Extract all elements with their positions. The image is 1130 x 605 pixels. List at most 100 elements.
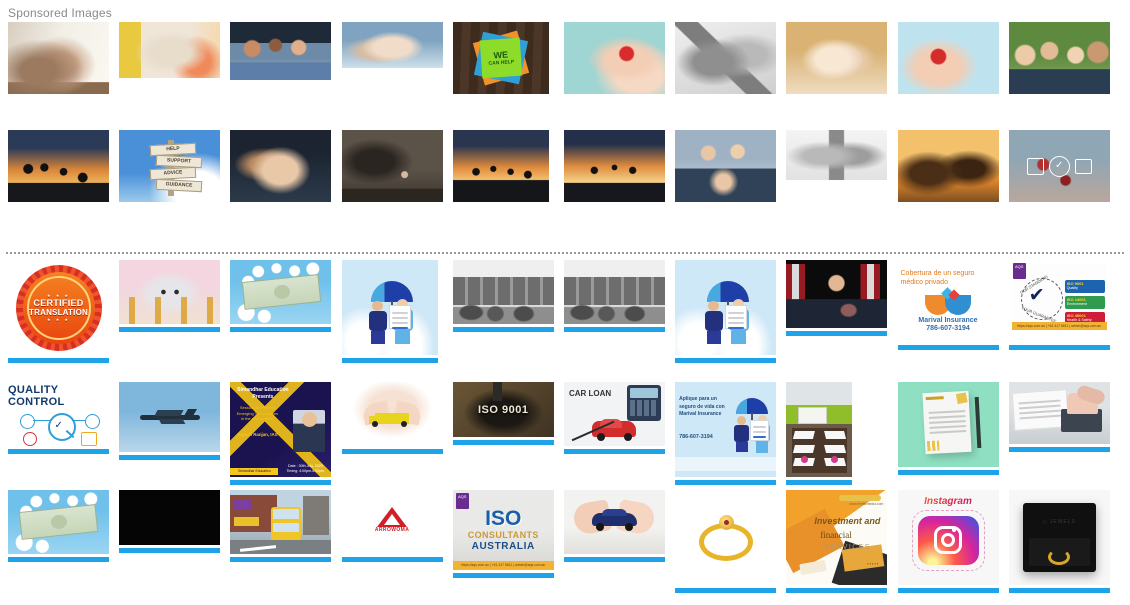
list-item	[897, 382, 1009, 477]
old-corner-building-bw[interactable]	[563, 260, 665, 324]
conference-room-seating[interactable]	[786, 382, 853, 477]
ad-underline-bar	[119, 548, 221, 553]
team-reaching-hands-sunset[interactable]	[563, 130, 665, 202]
ad-underline-bar	[230, 327, 332, 332]
diverse-smiling-group[interactable]	[1008, 22, 1110, 94]
list-item	[563, 260, 675, 355]
list-item	[675, 490, 786, 593]
piggy-bank-with-coins[interactable]	[119, 260, 221, 324]
we-can-help-sticky-note[interactable]: WE CAN HELP	[452, 22, 549, 94]
iso-9001-chalkboard[interactable]: ISO 9001	[452, 382, 554, 437]
instagram-logo-tile[interactable]: Instagram	[897, 490, 999, 585]
list-item	[119, 22, 230, 94]
ad-underline-bar	[8, 358, 109, 363]
list-item	[452, 260, 564, 355]
reaching-hands-sunset-warm[interactable]	[897, 130, 999, 202]
group-hugging-backs[interactable]	[230, 22, 332, 80]
ad-underline-bar	[1008, 447, 1110, 452]
sponsored-images-organic-row-1: WE CAN HELP	[8, 22, 1120, 94]
letterhead-mockup-green[interactable]	[897, 382, 999, 467]
list-item: Aplique para un seguro de vida con Mariv…	[675, 382, 786, 485]
list-item	[675, 130, 786, 202]
ad-underline-bar	[1008, 588, 1110, 593]
hands-holding-blue-car[interactable]	[563, 490, 665, 554]
dollar-bill-with-pills[interactable]	[230, 260, 332, 324]
sponsored-images-organic-row-2: HELP SUPPORT ADVICE GUIDANCE ✓	[8, 130, 1120, 202]
yellow-double-decker-bus[interactable]	[230, 490, 332, 554]
ad-underline-bar	[675, 480, 777, 485]
section-divider	[6, 252, 1124, 254]
list-item: HELP SUPPORT ADVICE GUIDANCE	[119, 130, 230, 202]
silhouette-helping-hand-cliff[interactable]	[8, 130, 109, 202]
car-loan-calculator[interactable]: CAR LOAN	[563, 382, 665, 446]
two-businessmen-handshake[interactable]	[675, 130, 777, 202]
gold-ring-jewellery[interactable]	[675, 490, 777, 585]
hands-together-dark[interactable]	[230, 130, 332, 202]
ad-underline-bar	[341, 449, 443, 454]
signpost-help-support-advice[interactable]: HELP SUPPORT ADVICE GUIDANCE	[119, 130, 221, 202]
list-item: WE CAN HELP	[452, 22, 564, 94]
quality-control-infographic[interactable]: QUALITY CONTROL ✓	[8, 382, 109, 446]
shadow-superhero-child[interactable]	[341, 130, 443, 202]
list-item	[786, 382, 897, 485]
hikers-on-mountain-sunset[interactable]	[452, 130, 549, 202]
insurance-couple-umbrella-b[interactable]	[675, 260, 777, 355]
fighter-jet-in-sky[interactable]	[119, 382, 221, 452]
list-item: ARROWOMA · · · · · · ·	[341, 490, 453, 585]
sponsored-images-ads-row-2: QUALITY CONTROL ✓ Simandhar Education Pr…	[8, 382, 1120, 485]
hands-holding-red-heart[interactable]	[563, 22, 665, 94]
ad-underline-bar	[786, 331, 888, 336]
certified-translation-badge[interactable]: ★ ★ ★ CERTIFIED TRANSLATION ★ ★ ★	[8, 260, 109, 355]
hands-resting-on-table[interactable]	[8, 22, 109, 94]
politician-at-podium-canada[interactable]	[786, 260, 888, 328]
list-item: ★ ★ ★ CERTIFIED TRANSLATION ★ ★ ★	[8, 260, 119, 363]
ad-underline-bar	[786, 588, 888, 593]
list-item	[563, 130, 675, 202]
sponsored-images-ads-row-3: ARROWOMA · · · · · · · AQS ISO CONSULTAN…	[8, 490, 1120, 593]
gold-ring-in-black-box[interactable]: ◇ JEWELS	[1008, 490, 1110, 585]
dollar-bill-with-pills-2[interactable]	[8, 490, 109, 554]
list-item	[341, 382, 453, 477]
ad-underline-bar	[786, 480, 853, 485]
list-item: ▪▪▪▪▪ www.freefikmedia.com Investment an…	[786, 490, 897, 593]
black-placeholder-banner[interactable]	[119, 490, 221, 545]
old-street-houses-bw[interactable]	[452, 260, 554, 324]
stacked-hands-team[interactable]	[341, 22, 443, 68]
list-item: Simandhar Education Presents Session on …	[230, 382, 341, 485]
high-five-hands[interactable]	[786, 22, 888, 94]
hand-holding-heart-blue[interactable]	[897, 22, 999, 94]
hands-passing-bowls[interactable]	[119, 22, 221, 78]
list-item	[786, 130, 897, 202]
list-item	[119, 490, 230, 585]
list-item	[8, 130, 119, 202]
investment-financial-services[interactable]: ▪▪▪▪▪ www.freefikmedia.com Investment an…	[786, 490, 888, 585]
list-item	[230, 490, 341, 585]
marival-insurance-medical[interactable]: Cobertura de un seguro médico privado Ma…	[897, 260, 999, 342]
list-item	[341, 22, 453, 94]
insurance-couple-umbrella-a[interactable]	[341, 260, 438, 355]
list-item	[341, 130, 453, 202]
simandhar-education-poster[interactable]: Simandhar Education Presents Session on …	[230, 382, 332, 477]
hands-protecting-yellow-truck[interactable]	[341, 382, 443, 446]
handshake-grayscale[interactable]	[786, 130, 888, 180]
ad-underline-bar	[452, 573, 554, 578]
list-item: Instagram	[897, 490, 1009, 593]
iso-standards-guarantee-card[interactable]: AQS ✔ OUR STANDARD YOUR GUARANTEE ISO 90…	[1008, 260, 1110, 342]
list-item	[8, 22, 119, 94]
ad-underline-bar	[119, 327, 221, 332]
list-item	[452, 130, 564, 202]
list-item	[563, 490, 675, 585]
marival-life-insurance[interactable]: Aplique para un seguro de vida con Mariv…	[675, 382, 777, 477]
ad-underline-bar	[897, 470, 999, 475]
arrowoma-logo[interactable]: ARROWOMA · · · · · · ·	[341, 490, 443, 554]
ad-underline-bar	[452, 440, 554, 445]
clasped-hands-grayscale[interactable]	[675, 22, 777, 94]
digital-document-check-icons[interactable]: ✓	[1008, 130, 1110, 202]
list-item	[8, 490, 119, 585]
hands-writing-on-documents[interactable]	[1008, 382, 1110, 444]
ad-underline-bar	[119, 455, 221, 460]
iso-consultants-australia[interactable]: AQS ISO CONSULTANTS AUSTRALIA https://aq…	[452, 490, 554, 570]
ad-underline-bar	[563, 557, 665, 562]
list-item	[119, 260, 230, 355]
list-item: Cobertura de un seguro médico privado Ma…	[897, 260, 1009, 355]
